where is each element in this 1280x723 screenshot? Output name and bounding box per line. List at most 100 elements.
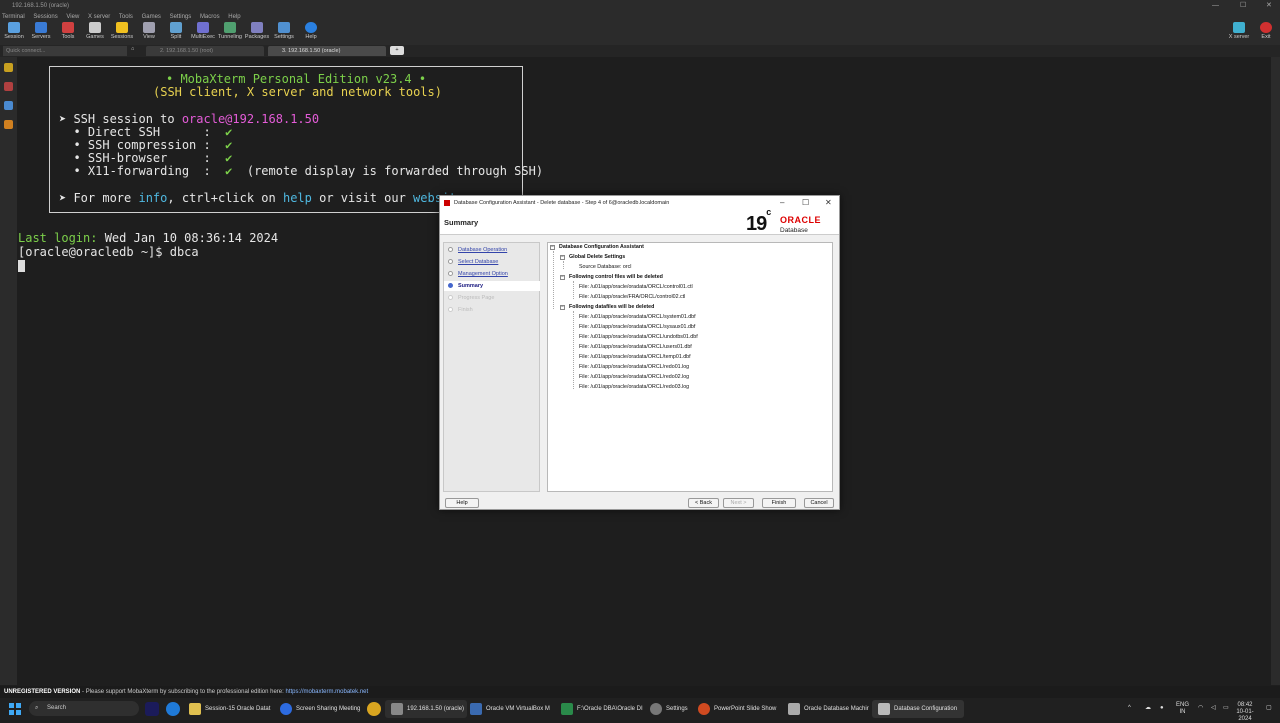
maximize-icon[interactable]: ☐ (1240, 0, 1246, 12)
tree-file-item[interactable]: File: /u01/app/oracle/oradata/ORCL/contr… (579, 284, 693, 290)
step-database-operation[interactable]: Database Operation (458, 247, 507, 253)
minimize-icon[interactable]: – (780, 196, 784, 210)
finish-button[interactable]: Finish (762, 498, 796, 508)
xserver-button[interactable]: X server (1226, 22, 1252, 44)
close-icon[interactable]: ✕ (825, 196, 832, 210)
step-management-option[interactable]: Management Option (458, 271, 508, 277)
taskbar-item[interactable]: 192.168.1.50 (oracle) (385, 700, 467, 718)
cloud-icon[interactable]: ☁ (1145, 705, 1151, 712)
back-button[interactable]: < Back (688, 498, 719, 508)
info-link[interactable]: info (138, 191, 167, 205)
taskbar-item[interactable]: Oracle VM VirtualBox M (464, 700, 554, 718)
step-summary[interactable]: Summary (458, 283, 483, 289)
notification-icon[interactable]: ▢ (1266, 705, 1272, 712)
taskbar-item[interactable]: Screen Sharing Meeting (274, 700, 364, 718)
menu-help[interactable]: Help (228, 14, 240, 20)
taskbar-item[interactable]: Settings (644, 700, 690, 718)
menu-sessions[interactable]: Sessions (33, 14, 57, 20)
tree-file-item[interactable]: File: /u01/app/oracle/FRA/ORCL/control02… (579, 294, 685, 300)
cancel-button[interactable]: Cancel (804, 498, 834, 508)
tree-control-files-header[interactable]: Following control files will be deleted (569, 274, 663, 280)
tree-file-item[interactable]: File: /u01/app/oracle/oradata/ORCL/redo0… (579, 384, 689, 390)
mic-icon[interactable]: ● (1160, 705, 1164, 712)
packages-button[interactable]: Packages (244, 22, 270, 44)
collapse-icon[interactable]: − (560, 255, 565, 260)
split-button[interactable]: Split (163, 22, 189, 44)
windows-start-icon[interactable] (9, 703, 21, 715)
mobatek-link[interactable]: https://mobaxterm.mobatek.net (285, 689, 368, 695)
tab-root-session[interactable]: 2. 192.168.1.50 (root) (146, 46, 264, 56)
new-tab-button[interactable]: + (390, 46, 404, 55)
macro-icon[interactable] (4, 120, 13, 129)
step-dot (448, 283, 453, 288)
step-dot (448, 307, 453, 312)
quick-connect-input[interactable]: Quick connect... (3, 46, 127, 56)
volume-icon[interactable]: ◁ (1211, 705, 1216, 712)
taskbar-search[interactable]: ⌕ Search (29, 701, 139, 716)
tree-file-item[interactable]: File: /u01/app/oracle/oradata/ORCL/redo0… (579, 374, 689, 380)
help-button[interactable]: Help (445, 498, 479, 508)
step-select-database[interactable]: Select Database (458, 259, 498, 265)
star-icon[interactable] (4, 63, 13, 72)
menu-settings[interactable]: Settings (170, 14, 192, 20)
home-icon[interactable]: ⌂ (131, 46, 134, 52)
chrome-icon[interactable] (367, 702, 381, 716)
taskbar-item[interactable]: Session-15 Oracle Datat (183, 700, 273, 718)
tree-file-item[interactable]: File: /u01/app/oracle/oradata/ORCL/sysau… (579, 324, 695, 330)
tunneling-button[interactable]: Tunneling (217, 22, 243, 44)
collapse-icon[interactable]: − (560, 305, 565, 310)
menu-view[interactable]: View (66, 14, 79, 20)
tools-button[interactable]: Tools (55, 22, 81, 44)
tools-icon (62, 22, 74, 33)
taskbar-item[interactable]: F:\Oracle DBA\Oracle DI (555, 700, 645, 718)
maximize-icon[interactable]: ☐ (802, 196, 809, 210)
check-icon: ✔ (225, 125, 233, 139)
servers-button[interactable]: Servers (28, 22, 54, 44)
settings-button[interactable]: Settings (271, 22, 297, 44)
battery-icon[interactable]: ▭ (1223, 705, 1229, 712)
taskbar-item[interactable]: PowerPoint Slide Show (692, 700, 782, 718)
tree-file-item[interactable]: File: /u01/app/oracle/oradata/ORCL/users… (579, 344, 692, 350)
tree-datafiles-header[interactable]: Following datafiles will be deleted (569, 304, 654, 310)
help-link[interactable]: help (283, 191, 312, 205)
menu-tools[interactable]: Tools (119, 14, 133, 20)
language-indicator[interactable]: ENG IN (1176, 702, 1189, 716)
view-button[interactable]: View (136, 22, 162, 44)
edge-icon[interactable] (166, 702, 180, 716)
menu-games[interactable]: Games (142, 14, 161, 20)
oracle-product: Database (780, 227, 808, 234)
tree-file-item[interactable]: File: /u01/app/oracle/oradata/ORCL/undot… (579, 334, 698, 340)
close-icon[interactable]: ✕ (1266, 0, 1272, 12)
gear-icon (650, 703, 662, 715)
scrollbar[interactable] (1271, 57, 1280, 685)
tree-root[interactable]: Database Configuration Assistant (559, 244, 644, 250)
menu-xserver[interactable]: X server (88, 14, 110, 20)
chevron-up-icon[interactable]: ^ (1128, 705, 1131, 712)
collapse-icon[interactable]: − (550, 245, 555, 250)
premiere-icon[interactable] (145, 702, 159, 716)
taskbar-item[interactable]: Database Configuration (872, 700, 964, 718)
sessions-button[interactable]: Sessions (109, 22, 135, 44)
tools-icon[interactable] (4, 82, 13, 91)
session-button[interactable]: Session (1, 22, 27, 44)
tree-source-database[interactable]: Source Database: orcl (579, 264, 631, 270)
exit-button[interactable]: Exit (1253, 22, 1279, 44)
minimize-icon[interactable]: — (1212, 0, 1219, 12)
tree-file-item[interactable]: File: /u01/app/oracle/oradata/ORCL/syste… (579, 314, 696, 320)
tab-oracle-session[interactable]: 3. 192.168.1.50 (oracle) (268, 46, 386, 56)
powerpoint-icon (698, 703, 710, 715)
view-icon (143, 22, 155, 33)
collapse-icon[interactable]: − (560, 275, 565, 280)
help-button[interactable]: Help (298, 22, 324, 44)
taskbar-item[interactable]: Oracle Database Machir (782, 700, 874, 718)
tree-file-item[interactable]: File: /u01/app/oracle/oradata/ORCL/temp0… (579, 354, 691, 360)
tree-global-settings[interactable]: Global Delete Settings (569, 254, 625, 260)
send-icon[interactable] (4, 101, 13, 110)
menu-macros[interactable]: Macros (200, 14, 220, 20)
wifi-icon[interactable]: ◠ (1198, 705, 1203, 712)
menu-terminal[interactable]: Terminal (2, 14, 25, 20)
session-tabbar: Quick connect... ⌂ 2. 192.168.1.50 (root… (0, 45, 1280, 57)
multiexec-button[interactable]: MultiExec (190, 22, 216, 44)
games-button[interactable]: Games (82, 22, 108, 44)
tree-file-item[interactable]: File: /u01/app/oracle/oradata/ORCL/redo0… (579, 364, 689, 370)
